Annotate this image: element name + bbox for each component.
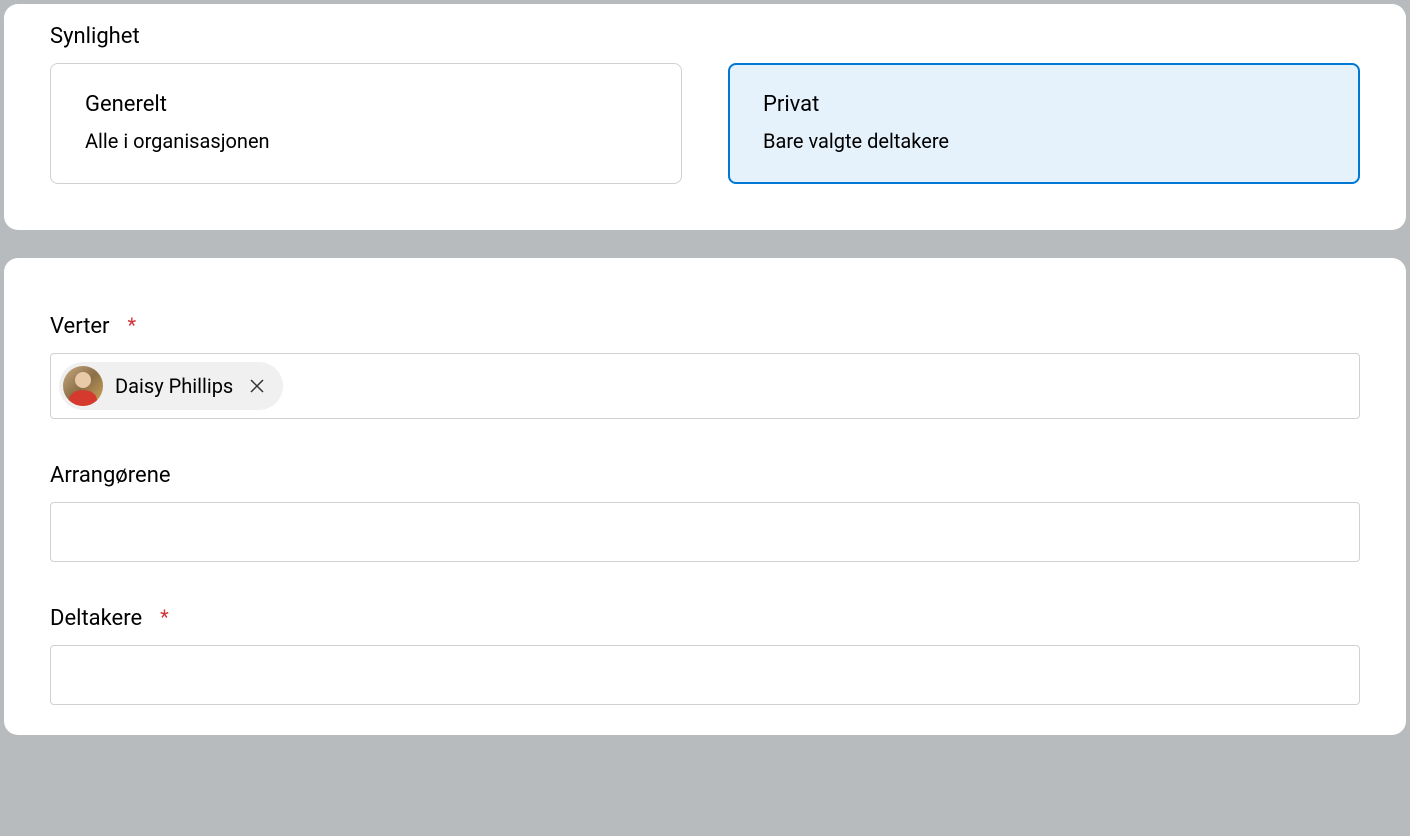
visibility-option-private[interactable]: Privat Bare valgte deltakere (728, 63, 1360, 184)
chip-name: Daisy Phillips (115, 374, 233, 398)
avatar (63, 366, 103, 406)
visibility-option-general[interactable]: Generelt Alle i organisasjonen (50, 63, 682, 184)
organizers-field: Arrangørene (50, 463, 1360, 562)
remove-chip-button[interactable] (245, 378, 269, 394)
visibility-label: Synlighet (50, 24, 1360, 49)
host-chip: Daisy Phillips (59, 362, 283, 410)
hosts-label-text: Verter (50, 314, 110, 339)
option-general-desc: Alle i organisasjonen (85, 129, 647, 153)
people-card: Verter * Daisy Phillips Arra (4, 258, 1406, 735)
visibility-card: Synlighet Generelt Alle i organisasjonen… (4, 4, 1406, 230)
required-indicator: * (160, 605, 169, 629)
organizers-label-text: Arrangørene (50, 463, 171, 488)
participants-label: Deltakere * (50, 606, 1360, 631)
option-general-title: Generelt (85, 92, 647, 117)
visibility-options: Generelt Alle i organisasjonen Privat Ba… (50, 63, 1360, 184)
option-private-title: Privat (763, 92, 1325, 117)
participants-input[interactable] (50, 645, 1360, 705)
participants-label-text: Deltakere (50, 606, 142, 631)
organizers-label: Arrangørene (50, 463, 1360, 488)
hosts-label: Verter * (50, 314, 1360, 339)
required-indicator: * (128, 313, 137, 337)
organizers-input[interactable] (50, 502, 1360, 562)
hosts-input[interactable]: Daisy Phillips (50, 353, 1360, 419)
close-icon (249, 378, 265, 394)
hosts-field: Verter * Daisy Phillips (50, 314, 1360, 419)
participants-field: Deltakere * (50, 606, 1360, 705)
option-private-desc: Bare valgte deltakere (763, 129, 1325, 153)
